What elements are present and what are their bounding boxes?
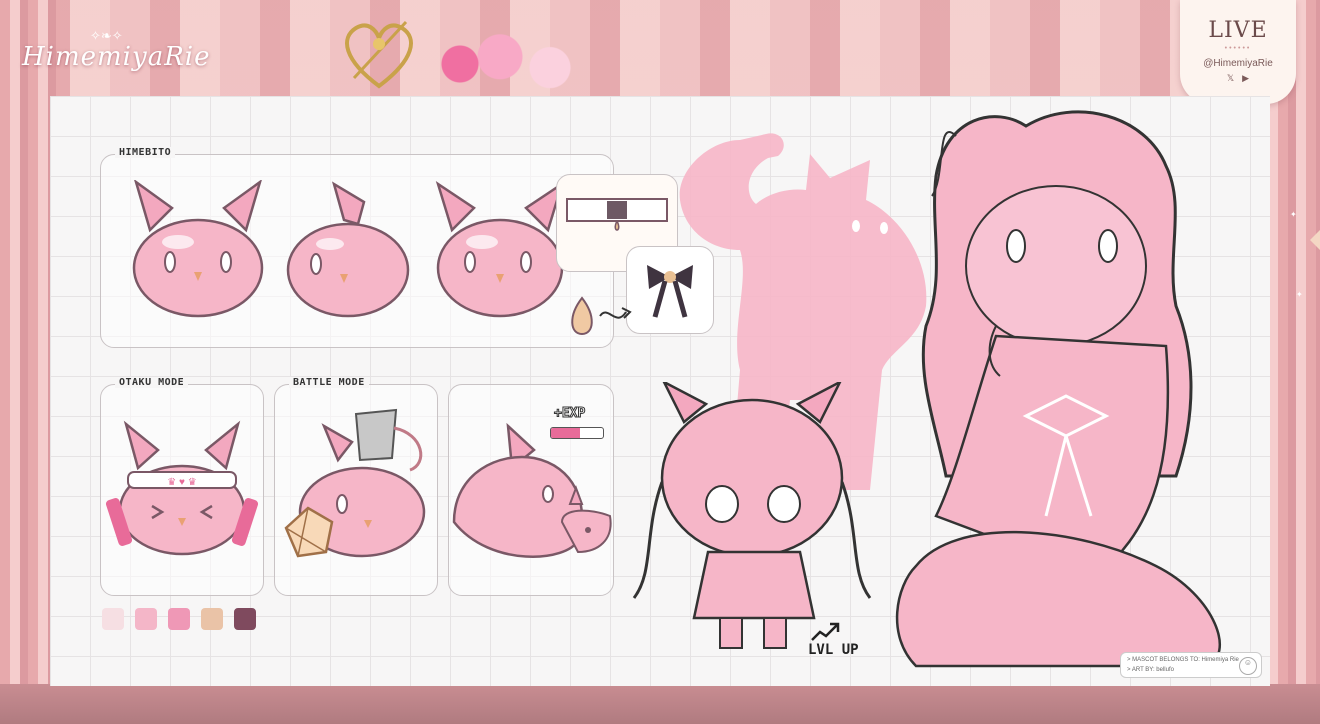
credit-artist: > ART BY: bellufo [1127,667,1174,673]
live-status-card: LIVE •••••• @HimemiyaRie 𝕏 ▶ [1180,0,1296,104]
live-label: LIVE [1208,18,1268,43]
sparkle-icon: ✦ [1290,210,1297,219]
right-ribbon-decoration [1310,230,1320,250]
otaku-mode-label: OTAKU MODE [115,377,189,388]
level-up-label: LVL UP [808,642,859,658]
svg-text:♛ ♥ ♛: ♛ ♥ ♛ [167,477,196,488]
brand-logo: HimemiyaRie [22,42,211,72]
flower-bouquet [400,28,600,100]
palette-swatch [102,608,124,630]
table-surface [0,684,1320,724]
credit-box: > MASCOT BELONGS TO: Himemiya Rie > ART … [1120,652,1262,678]
character-reference-sheet: HIMEBITO OTAKU MODE BATTLE MODE ♛ ♥ ♛ +E… [50,96,1270,686]
gem-drop-icon [571,296,632,336]
himebito-side-sprite [286,181,410,318]
youtube-icon[interactable]: ▶ [1242,73,1249,84]
palette-swatch [168,608,190,630]
otaku-mode-sprite: ♛ ♥ ♛ [105,420,259,556]
palette-swatch [234,608,256,630]
exp-eating-sprite [452,422,612,558]
credit-mascot: > MASCOT BELONGS TO: Himemiya Rie [1127,657,1239,663]
himebito-front-sprite [132,180,264,318]
palette-swatch [201,608,223,630]
sparkle-icon: ✦ [1296,290,1303,299]
x-icon[interactable]: 𝕏 [1227,73,1234,84]
heart-ornament-icon [345,20,413,89]
himemiya-rie-full-character [895,110,1222,668]
chibi-character [632,382,872,649]
channel-handle: @HimemiyaRie [1203,58,1273,69]
himebito-label: HIMEBITO [115,147,176,158]
artist-logo-icon: ☺ [1239,657,1257,675]
battle-mode-label: BATTLE MODE [289,377,369,388]
live-divider: •••••• [1224,45,1252,52]
palette-swatch [135,608,157,630]
himebito-angle-sprite [435,181,565,318]
battle-mode-sprite [284,408,426,558]
level-up-arrow-icon [811,622,840,641]
